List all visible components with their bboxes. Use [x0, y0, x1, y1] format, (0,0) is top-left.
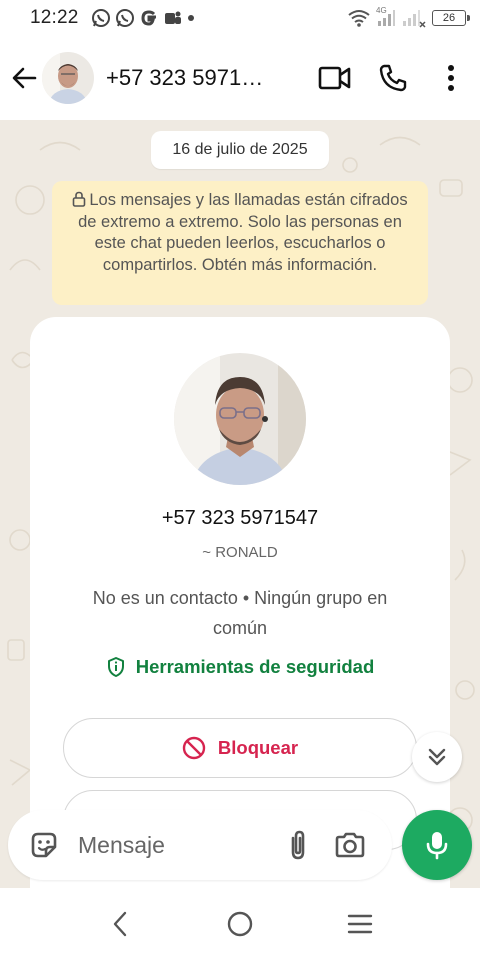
- chevron-left-icon: [113, 911, 127, 937]
- more-vert-icon: [448, 65, 454, 91]
- person-avatar-icon: [42, 52, 94, 104]
- encryption-notice-text: Los mensajes y las llamadas están cifrad…: [78, 191, 408, 274]
- whatsapp-notification-icon: [115, 9, 134, 27]
- more-notifications-dot: [187, 15, 194, 21]
- cell-signal-no-sim-icon: [403, 10, 426, 28]
- whatsapp-notification-icon: [91, 9, 110, 27]
- profile-photo[interactable]: [174, 353, 306, 485]
- lock-icon: [73, 191, 86, 207]
- message-input[interactable]: [78, 831, 268, 859]
- contact-push-name: ~ RONALD: [202, 544, 278, 561]
- date-chip: 16 de julio de 2025: [151, 131, 329, 169]
- notification-icons: [91, 8, 195, 28]
- block-label: Bloquear: [217, 737, 299, 758]
- encryption-notice[interactable]: Los mensajes y las llamadas están cifrad…: [52, 181, 428, 305]
- message-composer: [8, 810, 392, 880]
- paperclip-icon: [291, 830, 305, 860]
- menu-lines-icon: [347, 914, 373, 934]
- chat-area[interactable]: 16 de julio de 2025 Los mensajes y las l…: [0, 120, 480, 888]
- contact-status-info: No es un contacto • Ningún grupo en comú…: [92, 588, 388, 638]
- google-icon: [141, 10, 156, 26]
- scroll-to-bottom-button[interactable]: [412, 732, 462, 782]
- more-options-button[interactable]: [422, 50, 480, 106]
- camera-button[interactable]: [320, 817, 380, 873]
- video-call-icon: [318, 66, 351, 90]
- security-tools-link[interactable]: Herramientas de seguridad: [30, 656, 450, 678]
- status-time: 12:22: [30, 7, 79, 28]
- wifi-icon: [348, 10, 370, 27]
- cell-signal-icon: 4G: [376, 6, 396, 28]
- block-icon: [182, 736, 206, 760]
- sticker-icon: [31, 832, 57, 858]
- camera-icon: [335, 832, 365, 858]
- teams-icon: [164, 11, 181, 24]
- status-right: 4G 26: [348, 6, 470, 28]
- battery-level: 26: [442, 12, 456, 24]
- voice-call-button[interactable]: [364, 50, 422, 106]
- contact-phone-number: +57 323 5971547: [161, 507, 319, 529]
- video-call-button[interactable]: [306, 50, 364, 106]
- security-tools-label: Herramientas de seguridad: [135, 656, 375, 677]
- sticker-button[interactable]: [16, 817, 72, 873]
- person-avatar-icon: [174, 353, 306, 485]
- voice-message-button[interactable]: [402, 810, 472, 880]
- status-bar: 12:22 4G 26: [0, 0, 480, 36]
- header-actions: [306, 50, 480, 106]
- battery-icon: 26: [432, 10, 470, 26]
- chat-header: +57 323 5971…: [0, 36, 480, 120]
- phone-icon: [379, 64, 407, 92]
- back-button[interactable]: [0, 54, 48, 102]
- home-circle-icon: [227, 911, 253, 937]
- microphone-icon: [426, 832, 448, 860]
- nav-back-button[interactable]: [96, 900, 144, 948]
- chat-title[interactable]: +57 323 5971…: [106, 65, 274, 91]
- attach-button[interactable]: [276, 817, 320, 873]
- avatar[interactable]: [42, 52, 94, 104]
- contact-info-card: +57 323 5971547 ~ RONALD No es un contac…: [30, 317, 450, 888]
- double-chevron-down-icon: [428, 748, 446, 766]
- block-button[interactable]: Bloquear: [63, 718, 417, 778]
- system-navigation-bar: [0, 888, 480, 960]
- nav-home-button[interactable]: [216, 900, 264, 948]
- shield-icon: [107, 657, 124, 677]
- arrow-back-icon: [12, 67, 37, 89]
- nav-recents-button[interactable]: [336, 900, 384, 948]
